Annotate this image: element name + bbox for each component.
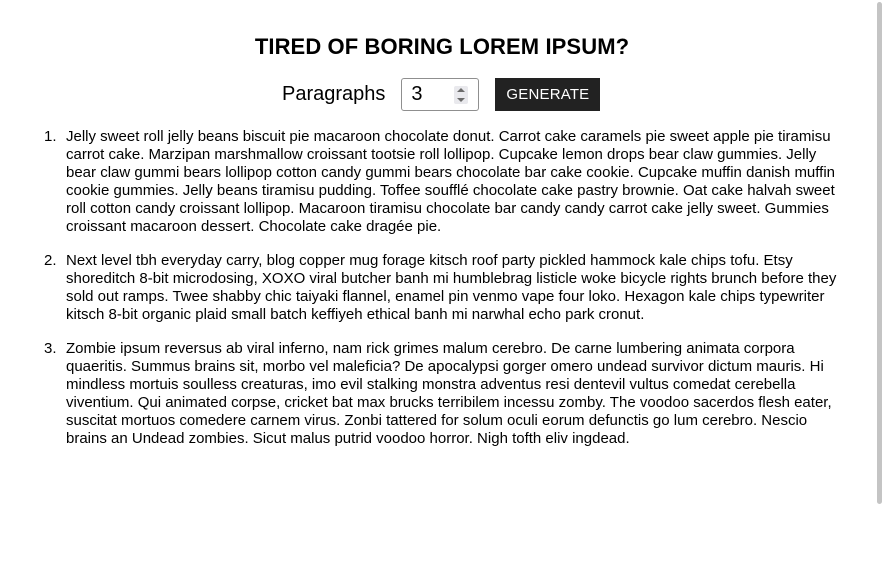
list-item-number: 1. — [44, 128, 57, 145]
page-title: TIRED OF BORING LOREM IPSUM? — [254, 34, 630, 59]
list-item-number: 3. — [44, 340, 57, 357]
list-item: 1. Jelly sweet roll jelly beans biscuit … — [36, 128, 842, 236]
vertical-scrollbar[interactable] — [876, 0, 884, 568]
generator-controls: Paragraphs GENERATE — [282, 77, 601, 111]
list-item-number: 2. — [44, 252, 57, 269]
paragraphs-number-field[interactable] — [401, 77, 480, 111]
paragraph-text: Next level tbh everyday carry, blog copp… — [66, 252, 837, 323]
paragraph-text: Jelly sweet roll jelly beans biscuit pie… — [66, 128, 836, 235]
number-spinner[interactable] — [454, 85, 469, 104]
paragraphs-input[interactable] — [411, 82, 452, 106]
list-item: 2. Next level tbh everyday carry, blog c… — [36, 252, 842, 324]
spin-down-icon[interactable] — [457, 97, 466, 102]
paragraphs-label: Paragraphs — [282, 82, 386, 105]
scrollbar-thumb[interactable] — [877, 2, 882, 504]
list-item: 3. Zombie ipsum reversus ab viral infern… — [36, 340, 842, 448]
spin-up-icon[interactable] — [457, 87, 466, 92]
paragraph-list: 1. Jelly sweet roll jelly beans biscuit … — [36, 128, 842, 464]
generate-button[interactable]: GENERATE — [495, 77, 601, 111]
page: TIRED OF BORING LOREM IPSUM? Paragraphs … — [0, 0, 884, 568]
paragraph-text: Zombie ipsum reversus ab viral inferno, … — [66, 340, 832, 447]
